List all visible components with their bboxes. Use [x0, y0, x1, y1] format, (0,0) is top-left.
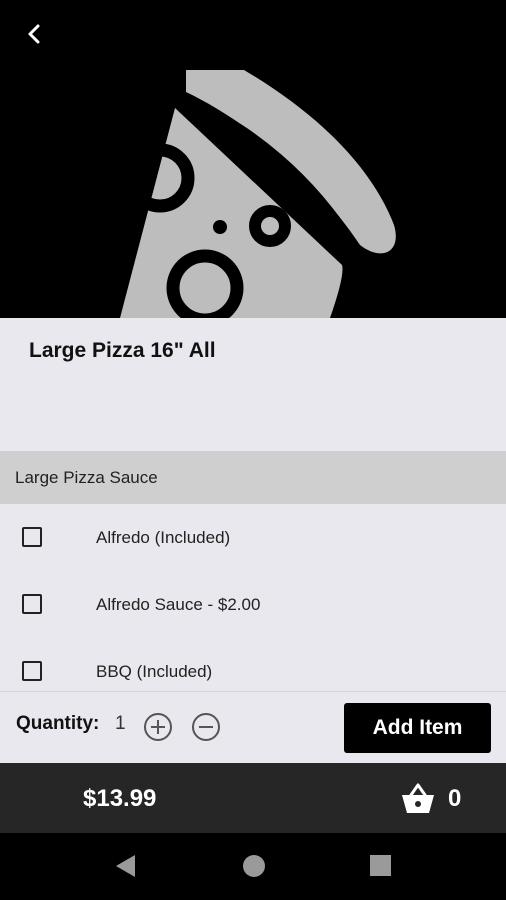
option-row-alfredo-sauce[interactable]: Alfredo Sauce - $2.00	[0, 571, 506, 638]
order-summary-bar: $13.99 0	[0, 763, 506, 833]
option-label: Alfredo (Included)	[96, 528, 231, 547]
option-row-alfredo[interactable]: Alfredo (Included)	[0, 504, 506, 571]
nav-recents-button[interactable]	[368, 853, 394, 884]
option-label: Alfredo Sauce - $2.00	[96, 595, 261, 614]
quantity-label: Quantity:	[16, 713, 100, 734]
nav-home-button[interactable]	[241, 853, 267, 884]
price-total: $13.99	[83, 785, 157, 812]
pizza-slice-icon	[120, 70, 396, 318]
square-recents-icon	[370, 855, 391, 876]
back-button[interactable]	[14, 14, 54, 54]
quantity-bar: Quantity: 1 Add Item	[0, 691, 506, 763]
option-checkbox[interactable]	[22, 594, 42, 614]
cart-count: 0	[448, 785, 462, 812]
add-item-button[interactable]: Add Item	[344, 703, 491, 753]
plus-circle-icon	[144, 713, 172, 741]
increase-quantity-button[interactable]	[143, 712, 173, 742]
quantity-value: 1	[115, 713, 126, 734]
options-list: Alfredo (Included) Alfredo Sauce - $2.00…	[0, 504, 506, 705]
nav-back-button[interactable]	[113, 853, 137, 884]
decrease-quantity-button[interactable]	[191, 712, 221, 742]
chevron-left-icon	[28, 24, 40, 44]
option-label: BBQ (Included)	[96, 662, 213, 681]
option-checkbox[interactable]	[22, 661, 42, 681]
hero-image	[0, 0, 506, 318]
triangle-back-icon	[116, 855, 135, 877]
minus-circle-icon	[192, 713, 220, 741]
cart-button[interactable]: 0	[396, 779, 476, 819]
circle-home-icon	[243, 855, 265, 877]
item-title: Large Pizza 16" All	[29, 339, 216, 362]
system-nav-bar	[0, 833, 506, 900]
section-header: Large Pizza Sauce	[0, 451, 506, 504]
shopping-basket-icon	[402, 783, 434, 813]
item-header	[0, 318, 506, 450]
option-checkbox[interactable]	[22, 527, 42, 547]
